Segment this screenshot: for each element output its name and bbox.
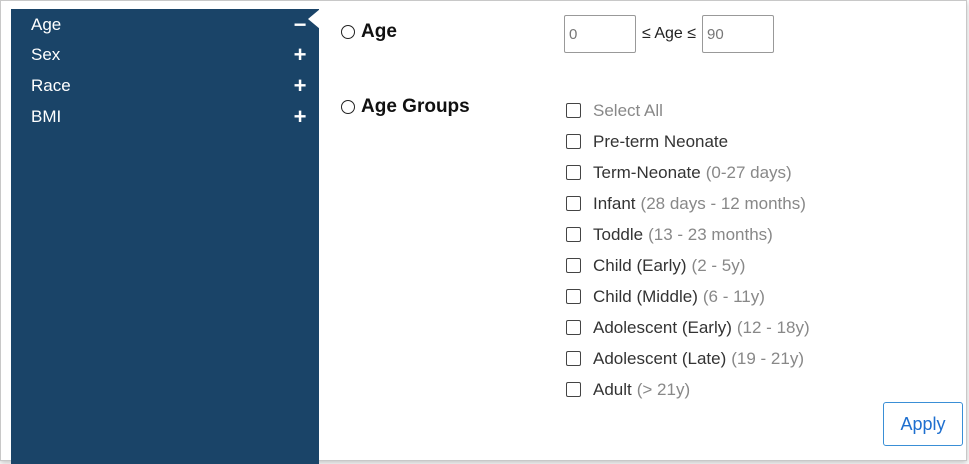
age-group-name: Adult	[593, 379, 632, 399]
age-range: ≤ Age ≤	[564, 15, 775, 53]
age-group-checkbox[interactable]	[566, 382, 581, 397]
age-group-option[interactable]: Infant (28 days - 12 months)	[566, 188, 810, 219]
select-all-label: Select All	[593, 100, 663, 120]
apply-button[interactable]: Apply	[883, 402, 963, 446]
age-mode-label: Age	[361, 21, 397, 42]
expand-icon[interactable]: +	[289, 103, 311, 131]
sidebar-item-label: BMI	[31, 107, 62, 126]
age-group-range: (0-27 days)	[705, 162, 792, 182]
age-group-checkbox[interactable]	[566, 320, 581, 335]
age-group-option[interactable]: Adolescent (Early) (12 - 18y)	[566, 312, 810, 343]
age-group-option[interactable]: Child (Early) (2 - 5y)	[566, 250, 810, 281]
age-group-option[interactable]: Toddle (13 - 23 months)	[566, 219, 810, 250]
age-group-name: Child (Early)	[593, 255, 687, 275]
expand-icon[interactable]: +	[289, 41, 311, 69]
sidebar-item-age[interactable]: Age −	[31, 11, 311, 39]
age-group-option[interactable]: Adolescent (Late) (19 - 21y)	[566, 343, 810, 374]
age-group-option[interactable]: Adult (> 21y)	[566, 374, 810, 405]
age-group-range: (28 days - 12 months)	[640, 193, 806, 213]
expand-icon[interactable]: +	[289, 72, 311, 100]
age-group-range: (12 - 18y)	[736, 317, 810, 337]
filter-sidebar: Age − Sex + Race + BMI +	[11, 9, 319, 464]
age-group-checkbox[interactable]	[566, 196, 581, 211]
age-group-name: Pre-term Neonate	[593, 131, 729, 151]
sidebar-item-label: Race	[31, 76, 71, 95]
sidebar-item-bmi[interactable]: BMI +	[31, 103, 311, 131]
age-group-range: (19 - 21y)	[731, 348, 804, 368]
age-group-range: (13 - 23 months)	[648, 224, 773, 244]
age-max-input[interactable]	[702, 15, 775, 53]
select-all-checkbox[interactable]	[566, 103, 581, 118]
age-group-name: Infant	[593, 193, 636, 213]
age-group-range: (6 - 11y)	[702, 286, 765, 306]
age-group-checkbox[interactable]	[566, 289, 581, 304]
active-item-pointer	[308, 9, 320, 29]
age-group-checkbox[interactable]	[566, 227, 581, 242]
sidebar-item-race[interactable]: Race +	[31, 72, 311, 100]
age-group-name: Adolescent (Late)	[593, 348, 727, 368]
sidebar-item-label: Age	[31, 15, 62, 34]
age-group-range: (> 21y)	[636, 379, 691, 399]
sidebar-item-label: Sex	[31, 45, 61, 64]
age-mode-option[interactable]: Age	[341, 21, 397, 43]
age-min-input[interactable]	[564, 15, 636, 53]
age-group-list: Select All Pre-term Neonate Term-Neonate…	[566, 95, 810, 405]
age-group-name: Child (Middle)	[593, 286, 698, 306]
age-groups-mode-label: Age Groups	[361, 96, 470, 117]
age-range-separator: ≤ Age ≤	[642, 25, 697, 42]
age-group-checkbox[interactable]	[566, 351, 581, 366]
age-group-option[interactable]: Child (Middle) (6 - 11y)	[566, 281, 810, 312]
age-radio[interactable]	[341, 25, 355, 39]
filter-panel: Age − Sex + Race + BMI + Age ≤ Age ≤ Age…	[0, 0, 967, 464]
age-group-name: Toddle	[593, 224, 644, 244]
age-group-name: Term-Neonate	[593, 162, 701, 182]
age-group-range: (2 - 5y)	[691, 255, 746, 275]
age-group-checkbox[interactable]	[566, 258, 581, 273]
age-group-checkbox[interactable]	[566, 165, 581, 180]
age-group-option[interactable]: Pre-term Neonate	[566, 126, 810, 157]
age-group-checkbox[interactable]	[566, 134, 581, 149]
age-groups-mode-option[interactable]: Age Groups	[341, 96, 470, 118]
age-group-option[interactable]: Term-Neonate (0-27 days)	[566, 157, 810, 188]
select-all-option[interactable]: Select All	[566, 95, 810, 126]
age-group-name: Adolescent (Early)	[593, 317, 732, 337]
sidebar-item-sex[interactable]: Sex +	[31, 41, 311, 69]
age-groups-radio[interactable]	[341, 100, 355, 114]
